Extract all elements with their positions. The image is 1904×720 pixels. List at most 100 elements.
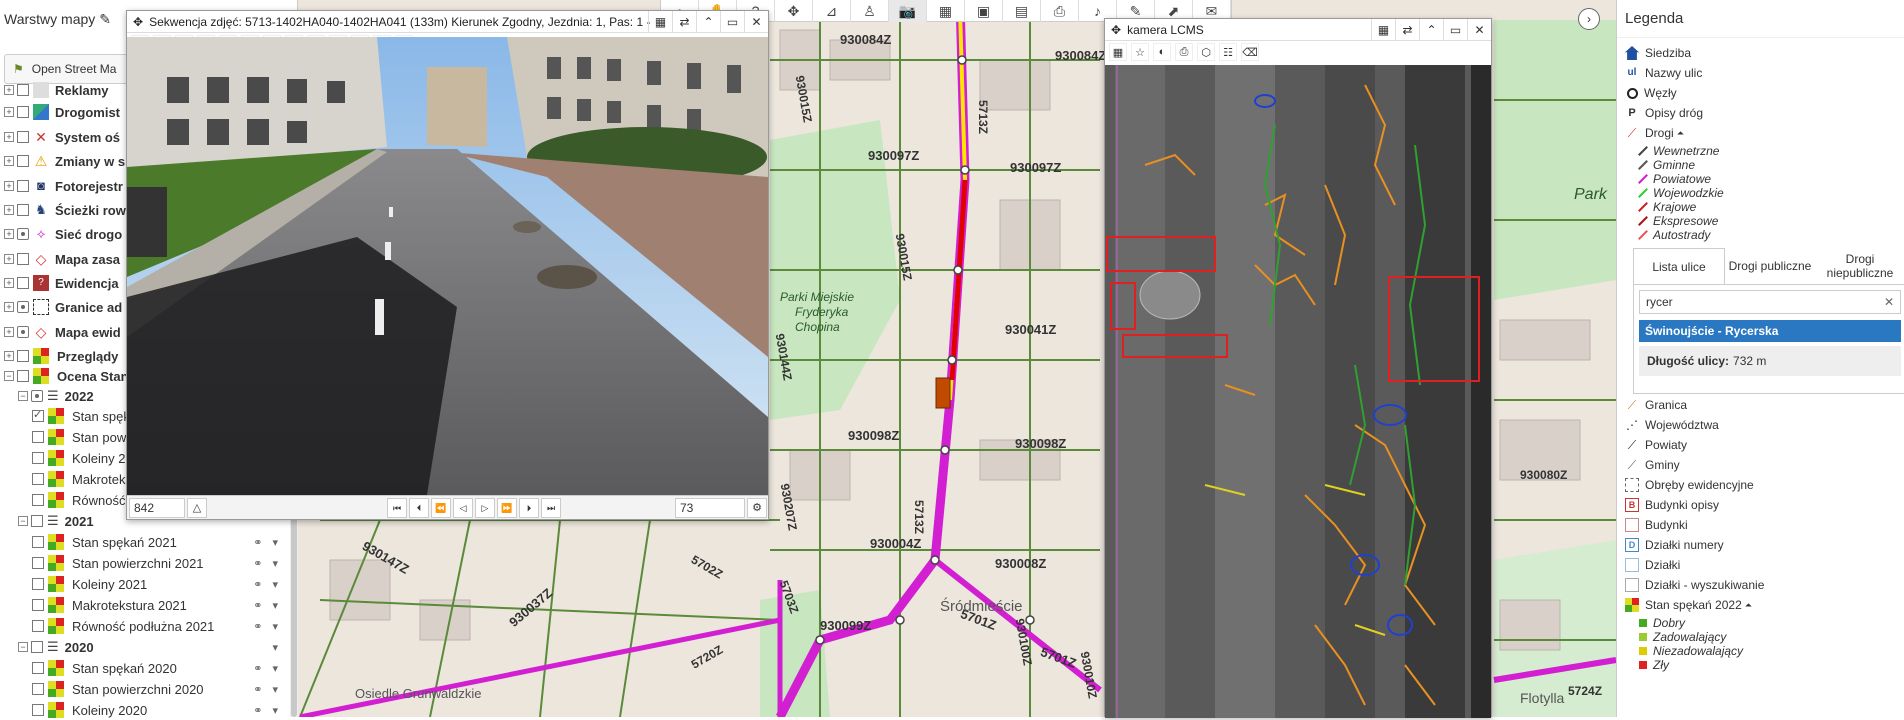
- layer-row[interactable]: + Granice ad: [4, 297, 122, 317]
- rewind-icon[interactable]: ⏪: [431, 498, 451, 518]
- step-start-icon[interactable]: ⏴: [409, 498, 429, 518]
- layer-checkbox[interactable]: [17, 277, 29, 289]
- layer-row[interactable]: + ✕ System oś: [4, 127, 120, 147]
- expand-toggle[interactable]: +: [4, 107, 14, 117]
- sublayer-row[interactable]: Stan spękań 2020 ⚭ ▾: [32, 658, 290, 678]
- layer-checkbox[interactable]: [32, 431, 44, 443]
- print-icon[interactable]: ⎙: [1041, 0, 1079, 22]
- clear-icon[interactable]: ✕: [1884, 295, 1894, 309]
- layer-checkbox[interactable]: [32, 494, 44, 506]
- layer-row[interactable]: + Reklamy: [4, 80, 108, 100]
- frame-step-input[interactable]: 73: [675, 498, 745, 518]
- settings-icon[interactable]: ⚙: [747, 498, 767, 518]
- layer-row[interactable]: + Drogomist: [4, 102, 120, 122]
- contrast-icon[interactable]: ◐: [1153, 43, 1171, 61]
- first-frame-icon[interactable]: ⏮: [387, 498, 407, 518]
- tab-private-roads[interactable]: Drogi niepubliczne: [1815, 248, 1904, 284]
- last-frame-icon[interactable]: ⏭: [541, 498, 561, 518]
- sublayer-row[interactable]: Stan powierzchni 2021 ⚭ ▾: [32, 553, 290, 573]
- cube-icon[interactable]: ⬡: [1197, 43, 1215, 61]
- layer-checkbox[interactable]: [17, 155, 29, 167]
- link-icon[interactable]: ⚭: [253, 683, 262, 696]
- street-result-item[interactable]: Świnoujście - Rycerska: [1639, 320, 1901, 342]
- collapse-toggle[interactable]: −: [18, 391, 28, 401]
- layer-checkbox[interactable]: [32, 557, 44, 569]
- layer-checkbox[interactable]: [32, 578, 44, 590]
- layer-checkbox[interactable]: [31, 515, 43, 527]
- expand-toggle[interactable]: +: [4, 302, 14, 312]
- tab-public-roads[interactable]: Drogi publiczne: [1725, 248, 1815, 284]
- table-icon[interactable]: ▦: [927, 0, 965, 22]
- dropdown-icon[interactable]: ▾: [272, 641, 278, 654]
- visibility-toggle[interactable]: [17, 301, 29, 313]
- bell-icon[interactable]: △: [187, 498, 207, 518]
- layer-checkbox[interactable]: [17, 253, 29, 265]
- dropdown-icon[interactable]: ▾: [272, 683, 278, 696]
- sublayer-row[interactable]: Stan powi: [32, 427, 129, 447]
- close-icon[interactable]: ✕: [1467, 19, 1491, 41]
- layer-checkbox[interactable]: [32, 599, 44, 611]
- prev-frame-icon[interactable]: ◁: [453, 498, 473, 518]
- collapse-icon[interactable]: ⌃: [696, 11, 720, 33]
- collapse-icon[interactable]: ⌃: [1419, 19, 1443, 41]
- layer-checkbox[interactable]: [32, 662, 44, 674]
- layer-checkbox[interactable]: [32, 452, 44, 464]
- camera-icon[interactable]: 📷: [889, 0, 927, 22]
- sublayer-row[interactable]: Koleiny 20: [32, 448, 133, 468]
- layer-checkbox[interactable]: [32, 473, 44, 485]
- sublayer-row[interactable]: Koleiny 2020 ⚭ ▾: [32, 700, 290, 720]
- print-icon[interactable]: ⎙: [1175, 43, 1193, 61]
- sublayer-row[interactable]: Makroteks: [32, 469, 132, 489]
- maximize-icon[interactable]: ▭: [1443, 19, 1467, 41]
- dropdown-icon[interactable]: ▾: [272, 620, 278, 633]
- layer-checkbox[interactable]: [32, 536, 44, 548]
- move-icon[interactable]: ✥: [775, 0, 813, 22]
- link-icon[interactable]: ⚭: [253, 599, 262, 612]
- eraser-icon[interactable]: ⌫: [1241, 43, 1259, 61]
- expand-toggle[interactable]: +: [4, 351, 14, 361]
- link-icon[interactable]: ⚭: [253, 557, 262, 570]
- dropdown-icon[interactable]: ▾: [272, 557, 278, 570]
- collapse-toggle[interactable]: −: [4, 371, 14, 381]
- layer-row[interactable]: + Przeglądy: [4, 346, 118, 366]
- layer-checkbox[interactable]: [32, 704, 44, 716]
- pencil-icon[interactable]: ✎: [99, 11, 111, 28]
- calendar-icon[interactable]: ▣: [965, 0, 1003, 22]
- layer-checkbox[interactable]: [17, 131, 29, 143]
- collapse-toggle[interactable]: −: [18, 516, 28, 526]
- grid-icon[interactable]: ▦: [648, 11, 672, 33]
- layer-checkbox[interactable]: [17, 204, 29, 216]
- visibility-toggle[interactable]: [31, 390, 43, 402]
- sublayer-row[interactable]: Równość: [32, 490, 125, 510]
- close-icon[interactable]: ✕: [744, 11, 768, 33]
- link-icon[interactable]: ⚭: [253, 536, 262, 549]
- layer-row[interactable]: − Ocena Stan: [4, 366, 129, 386]
- layer-checkbox[interactable]: [17, 350, 29, 362]
- move-icon[interactable]: ✥: [1111, 23, 1121, 37]
- layer-checkbox[interactable]: [32, 620, 44, 632]
- layer-row[interactable]: + ♞ Ścieżki row: [4, 200, 126, 220]
- expand-toggle[interactable]: +: [4, 278, 14, 288]
- group-row-2020[interactable]: − ☰ 2020 ▾: [18, 637, 290, 657]
- expand-toggle[interactable]: +: [4, 327, 14, 337]
- layer-row[interactable]: + ◇ Mapa ewid: [4, 322, 121, 342]
- link-icon[interactable]: ⚭: [253, 578, 262, 591]
- layer-checkbox[interactable]: [17, 106, 29, 118]
- dropdown-icon[interactable]: ▾: [272, 662, 278, 675]
- layer-row[interactable]: +? Ewidencja: [4, 273, 119, 293]
- dropdown-icon[interactable]: ▾: [272, 578, 278, 591]
- collapse-icon[interactable]: ⏶: [1677, 128, 1684, 139]
- sublayer-row[interactable]: Stan spękań 2021 ⚭ ▾: [32, 532, 290, 552]
- link-icon[interactable]: ⚭: [253, 662, 262, 675]
- maximize-icon[interactable]: ▭: [720, 11, 744, 33]
- layer-checkbox[interactable]: [32, 408, 44, 422]
- person-icon[interactable]: ♙: [851, 0, 889, 22]
- info-icon[interactable]: ›: [1578, 8, 1600, 30]
- sublayer-row[interactable]: Koleiny 2021 ⚭ ▾: [32, 574, 290, 594]
- grid-icon[interactable]: ▦: [1109, 43, 1127, 61]
- play-icon[interactable]: ▷: [475, 498, 495, 518]
- dropdown-icon[interactable]: ▾: [272, 704, 278, 717]
- street-search-input[interactable]: rycer ✕: [1639, 290, 1901, 314]
- expand-toggle[interactable]: +: [4, 254, 14, 264]
- expand-toggle[interactable]: +: [4, 132, 14, 142]
